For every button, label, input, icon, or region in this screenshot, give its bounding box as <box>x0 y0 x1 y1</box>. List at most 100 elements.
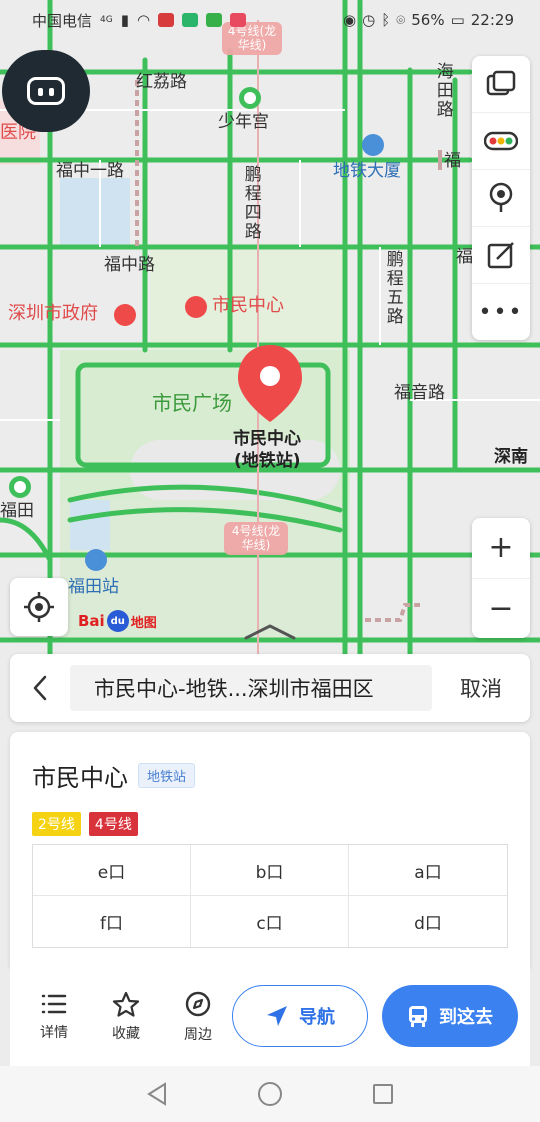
go-here-label: 到这去 <box>439 1007 493 1028</box>
action-bar: 详情 收藏 周边 导航 到这去 <box>10 968 530 1066</box>
chevron-left-icon <box>33 675 47 701</box>
navigate-label: 导航 <box>299 1007 335 1028</box>
nearby-label: 周边 <box>184 1027 212 1043</box>
eye-icon: ◉ <box>343 11 357 29</box>
zoom-out-button[interactable]: − <box>472 579 530 639</box>
map-label-station-subtitle: (地铁站) <box>234 451 301 471</box>
report-button[interactable] <box>472 227 530 284</box>
back-triangle-icon[interactable] <box>145 1082 169 1106</box>
exit-cell[interactable]: e口 <box>33 845 191 896</box>
details-label: 详情 <box>40 1025 68 1041</box>
alarm-icon: ◷ <box>362 11 376 29</box>
cancel-button[interactable]: 取消 <box>432 673 530 703</box>
exit-cell[interactable]: c口 <box>191 896 349 947</box>
system-nav-bar <box>0 1066 540 1122</box>
map-label-futian: 福田 <box>0 501 34 521</box>
exit-cell[interactable]: d口 <box>349 896 507 947</box>
map-label-fu: 福 <box>444 151 461 171</box>
metro-line-tags: 2号线 4号线 <box>32 812 138 836</box>
details-button[interactable]: 详情 <box>18 992 90 1042</box>
map-label-pengcheng-4th-road: 鹏程四路 <box>240 165 261 241</box>
chevron-up-icon <box>244 624 296 640</box>
baidu-map-logo: Bai du 地图 <box>78 610 157 632</box>
navigation-arrow-icon <box>267 1006 287 1026</box>
battery-icon: ▭ <box>450 11 465 29</box>
panorama-button[interactable] <box>472 170 530 227</box>
app-icon <box>182 13 199 27</box>
layers-icon <box>486 70 516 96</box>
map-label-fuyin-road: 福音路 <box>394 383 445 403</box>
place-title: 市民中心 <box>32 764 128 792</box>
map-label-shenzhen-gov: 深圳市政府 <box>8 303 98 324</box>
signal-icon: ▮ <box>120 11 129 29</box>
search-input[interactable]: 市民中心-地铁...深圳市福田区 <box>70 665 432 711</box>
more-dots-icon: ••• <box>478 299 524 325</box>
map-label-fuzhong-road: 福中路 <box>104 255 155 275</box>
star-icon <box>112 991 140 1017</box>
recents-square-icon[interactable] <box>371 1082 395 1106</box>
mic-app-icon <box>158 13 175 27</box>
map-label-futian-1st-road: 福中一路 <box>56 161 124 181</box>
wechat-icon <box>206 13 223 27</box>
locate-button[interactable] <box>10 578 68 636</box>
home-circle-icon[interactable] <box>257 1081 283 1107</box>
plus-icon: + <box>488 530 514 566</box>
network-label: 4G <box>100 15 113 25</box>
map-tool-panel: ••• <box>472 56 530 340</box>
search-bar: 市民中心-地铁...深圳市福田区 取消 <box>10 654 530 722</box>
assistant-button[interactable] <box>2 50 90 132</box>
navigate-button[interactable]: 导航 <box>232 985 368 1047</box>
line4-badge-mid: 4号线(龙华线) <box>224 522 288 555</box>
bluetooth-icon: ᛒ <box>381 11 391 29</box>
metro-line-tag: 4号线 <box>88 812 138 836</box>
battery-percent: 56% <box>411 11 445 29</box>
app-icon-2 <box>230 13 247 27</box>
map-label-metro-tower: 地铁大厦 <box>333 161 401 181</box>
place-card: 市民中心 地铁站 2号线 4号线 e口 b口 a口 f口 c口 d口 <box>10 732 530 968</box>
wifi-icon: ◠ <box>136 11 151 29</box>
map-label-shaoniangong: 少年宫 <box>218 112 269 132</box>
minus-icon: − <box>488 590 514 626</box>
zoom-in-button[interactable]: + <box>472 518 530 579</box>
carrier-label: 中国电信 <box>32 11 93 30</box>
favorite-button[interactable]: 收藏 <box>90 991 162 1043</box>
location-icon: ⌾ <box>396 11 406 29</box>
robot-icon <box>27 77 65 105</box>
logo-text-2: 地图 <box>130 615 157 631</box>
back-button[interactable] <box>10 654 70 722</box>
more-button[interactable]: ••• <box>472 284 530 340</box>
exit-cell[interactable]: a口 <box>349 845 507 896</box>
status-bar: 中国电信 4G ▮ ◠ ◉ ◷ ᛒ ⌾ 56% ▭ 22:29 <box>0 0 540 40</box>
map-label-station-name: 市民中心 <box>233 429 301 449</box>
map-label-civic-square: 市民广场 <box>152 391 232 415</box>
traffic-light-icon <box>484 131 518 151</box>
sheet-drag-handle[interactable] <box>242 622 298 642</box>
exit-grid: e口 b口 a口 f口 c口 d口 <box>32 844 508 948</box>
clock: 22:29 <box>470 11 514 29</box>
nearby-button[interactable]: 周边 <box>162 990 234 1044</box>
baidu-paw-icon: du <box>106 610 129 632</box>
logo-text: Bai <box>78 612 105 630</box>
traffic-button[interactable] <box>472 113 530 170</box>
list-icon <box>41 994 67 1014</box>
edit-icon <box>487 242 514 269</box>
zoom-control: + − <box>472 518 530 638</box>
place-type-tag: 地铁站 <box>138 763 196 788</box>
map-label-shennan: 深南 <box>494 447 528 467</box>
compass-icon <box>185 991 211 1017</box>
go-here-button[interactable]: 到这去 <box>382 985 518 1047</box>
bus-icon <box>409 1006 427 1027</box>
exit-cell[interactable]: f口 <box>33 896 191 947</box>
map-label-haitian-road: 海田路 <box>432 62 453 119</box>
map-label-fu-2: 福 <box>456 247 473 267</box>
crosshair-icon <box>24 592 54 622</box>
layers-button[interactable] <box>472 56 530 113</box>
map-label-civic-center-poi: 市民中心 <box>212 295 284 316</box>
metro-line-tag: 2号线 <box>32 812 81 836</box>
map-label-futian-station: 福田站 <box>68 577 119 597</box>
street-view-icon <box>489 182 513 212</box>
map-label-hongli-road: 红荔路 <box>136 72 187 92</box>
map-label-pengcheng-5th-road: 鹏程五路 <box>382 250 403 326</box>
exit-cell[interactable]: b口 <box>191 845 349 896</box>
favorite-label: 收藏 <box>112 1026 140 1042</box>
